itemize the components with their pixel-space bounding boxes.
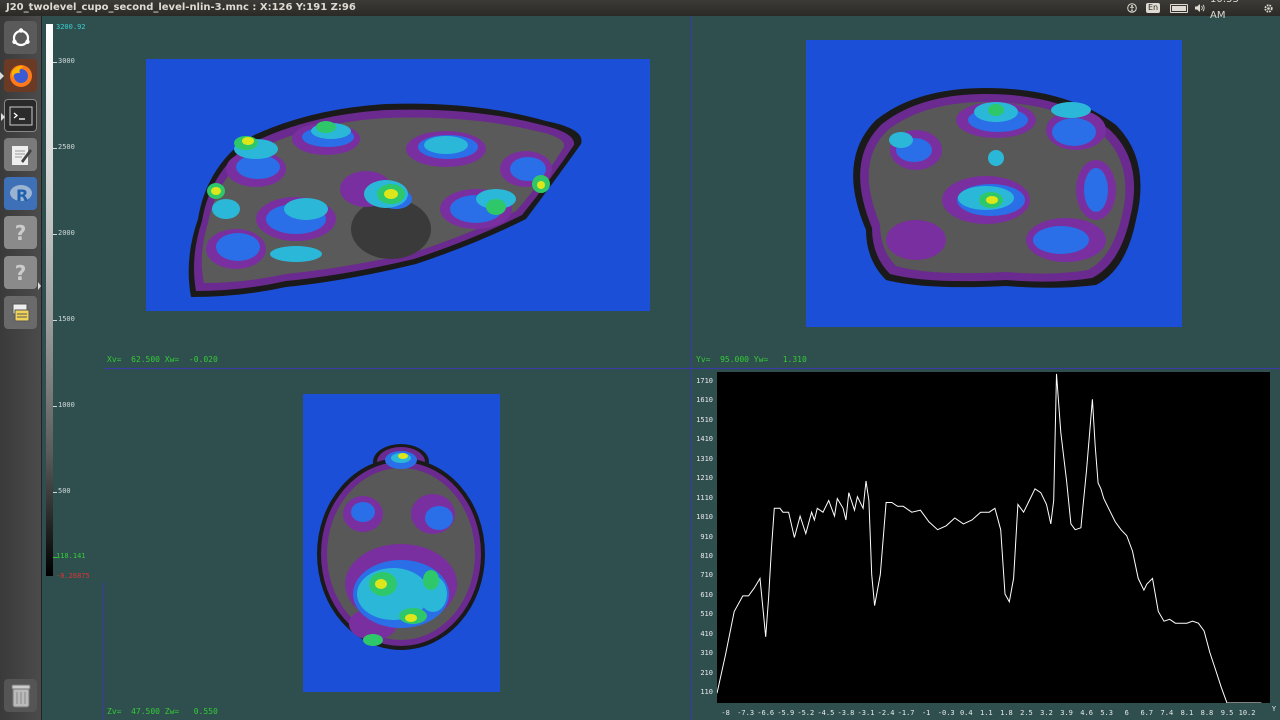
plot-x-tick-label: -6.6	[757, 709, 775, 717]
accessibility-icon[interactable]	[1126, 0, 1138, 16]
plot-x-tick-label: -2.4	[877, 709, 895, 717]
scale-tick-label: 1500	[58, 315, 75, 323]
plot-y-tick-label: 1310	[696, 454, 713, 463]
plot-y-tick-label: 1110	[696, 493, 713, 502]
coronal-coordinate-readout: Yv= 95.000 Yw= 1.310	[696, 355, 807, 364]
scale-tick-label: 2000	[58, 229, 75, 237]
window-title: J20_twolevel_cupo_second_level-nlin-3.mn…	[6, 2, 356, 13]
plot-x-tick-label: 6	[1124, 709, 1129, 717]
plot-x-tick-label: 6.7	[1140, 709, 1154, 717]
plot-y-tick-label: 1510	[696, 415, 713, 424]
scale-min-label: -0.26875	[56, 572, 90, 580]
plot-y-tick-label: 810	[700, 551, 713, 560]
plot-x-tick-label: -3.1	[857, 709, 875, 717]
sagittal-slice-view[interactable]	[146, 59, 650, 311]
intensity-line-plot[interactable]	[716, 372, 1270, 704]
scale-tick-label: 500	[58, 487, 71, 495]
axial-coordinate-readout: Zv= 47.500 Zw= 0.550	[107, 707, 218, 716]
file-manager-icon[interactable]	[4, 296, 37, 329]
plot-x-axis-label: Y	[1271, 705, 1277, 713]
plot-x-tick-label: 1.1	[980, 709, 993, 717]
firefox-icon[interactable]	[0, 59, 37, 92]
plot-x-tick-label: 8.8	[1200, 709, 1214, 717]
ubuntu-dash-icon[interactable]	[4, 21, 37, 54]
plot-y-tick-label: 410	[700, 629, 713, 638]
top-menu-bar: J20_twolevel_cupo_second_level-nlin-3.mn…	[0, 0, 1280, 21]
scale-tick-label: 3000	[58, 57, 75, 65]
plot-x-tick-label: -1.7	[897, 709, 915, 717]
plot-x-tick-label: 10.2	[1238, 709, 1256, 717]
plot-x-tick-label: 2.5	[1020, 709, 1033, 717]
plot-x-tick-label: 4.6	[1080, 709, 1093, 717]
volume-icon[interactable]	[1192, 0, 1206, 16]
intensity-series-line	[716, 373, 1262, 704]
plot-x-tick-label: 9.5	[1220, 709, 1234, 717]
scale-lower-threshold-label: 118.141	[56, 552, 86, 560]
clock[interactable]: 10:53 AM	[1210, 0, 1256, 21]
plot-x-tick-label: -1	[921, 709, 931, 717]
r-language-icon[interactable]: R	[4, 177, 37, 210]
plot-y-tick-label: 510	[700, 610, 713, 619]
plot-x-tick-label: 7.4	[1160, 709, 1174, 717]
coronal-slice-view[interactable]	[806, 40, 1182, 327]
plot-x-tick-label: -0.3	[937, 709, 955, 717]
keyboard-layout-icon[interactable]: En	[1145, 0, 1161, 16]
plot-y-tick-label: 910	[700, 532, 713, 541]
unknown-app-icon[interactable]: ?	[4, 256, 37, 289]
scale-tick-label: 1000	[58, 401, 75, 409]
plot-x-tick-label: 1.8	[1000, 709, 1013, 717]
plot-y-tick-label: 1010	[696, 513, 713, 522]
plot-x-tick-label: -8	[721, 709, 730, 717]
plot-y-tick-label: 210	[700, 668, 713, 677]
plot-y-tick-label: 1210	[696, 474, 713, 483]
view-divider-left	[103, 583, 104, 720]
plot-y-tick-label: 610	[700, 590, 713, 599]
text-editor-icon[interactable]	[4, 138, 37, 171]
plot-y-tick-label: 1610	[696, 396, 713, 405]
plot-x-tick-label: 8.1	[1180, 709, 1194, 717]
settings-gear-icon[interactable]	[1261, 0, 1275, 16]
plot-x-tick-label: -5.2	[797, 709, 815, 717]
plot-y-tick-label: 1410	[696, 435, 713, 444]
plot-x-tick-label: -5.9	[777, 709, 795, 717]
sagittal-coordinate-readout: Xv= 62.500 Xw= -0.020	[107, 355, 218, 364]
plot-x-tick-label: 3.2	[1040, 709, 1053, 717]
svg-text:R: R	[16, 186, 28, 205]
plot-x-tick-label: -7.3	[737, 709, 755, 717]
colour-scale-bar[interactable]	[46, 24, 53, 576]
plot-x-tick-label: 3.9	[1060, 709, 1073, 717]
trash-icon[interactable]	[4, 679, 37, 712]
axial-slice-view[interactable]	[303, 394, 500, 692]
plot-x-tick-label: 0.4	[959, 709, 973, 717]
scale-tick-label: 2500	[58, 143, 75, 151]
unknown-app-icon[interactable]: ?	[4, 216, 37, 249]
scale-max-label: 3200.92	[56, 23, 86, 31]
plot-y-tick-label: 110	[700, 688, 713, 697]
plot-x-tick-label: -4.5	[817, 709, 835, 717]
launcher-expand-arrow-icon	[38, 282, 41, 290]
view-divider-horizontal	[104, 368, 1280, 369]
keyboard-layout-label: En	[1145, 3, 1161, 13]
plot-x-tick-label: 5.3	[1100, 709, 1113, 717]
plot-x-tick-label: -3.8	[837, 709, 855, 717]
plot-y-tick-label: 1710	[696, 376, 713, 385]
battery-icon[interactable]	[1169, 0, 1189, 16]
launcher-sidebar: R ? ?	[0, 16, 42, 720]
intensity-line-plot-svg	[716, 373, 1262, 704]
terminal-icon[interactable]	[1, 99, 37, 132]
plot-y-tick-label: 310	[700, 649, 713, 658]
plot-y-tick-label: 710	[700, 571, 713, 580]
